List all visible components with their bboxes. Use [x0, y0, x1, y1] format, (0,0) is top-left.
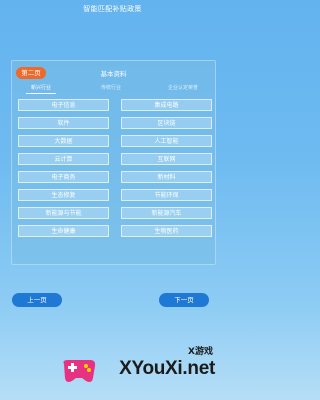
- industry-option[interactable]: 生命健康: [18, 225, 109, 237]
- industry-option[interactable]: 集成电路: [121, 99, 212, 111]
- page-title: 智能匹配补贴政策: [83, 5, 142, 13]
- industry-option[interactable]: 生物医药: [121, 225, 212, 237]
- basic-info-panel: 第二页 基本资料 新兴行业 传统行业 企业认定荣誉 电子信息 集成电路 软件 区块链大…: [11, 60, 216, 265]
- industry-option[interactable]: 软件: [18, 117, 109, 129]
- industry-option[interactable]: 互联网: [121, 153, 212, 165]
- panel-title: 基本资料: [100, 70, 127, 78]
- tab-enterprise-honors[interactable]: 企业认定荣誉: [162, 83, 204, 93]
- watermark-logo: X游戏 XYouXi.net: [58, 338, 223, 398]
- industry-option[interactable]: 电子商务: [18, 171, 109, 183]
- industry-option[interactable]: 云计算: [18, 153, 109, 165]
- watermark-main-text: XYouXi.net: [119, 358, 215, 379]
- industry-option[interactable]: 区块链: [121, 117, 212, 129]
- next-page-button[interactable]: 下一页: [159, 293, 209, 307]
- industry-option[interactable]: 人工智能: [121, 135, 212, 147]
- industry-option[interactable]: 新材料: [121, 171, 212, 183]
- industry-option[interactable]: 大数据: [18, 135, 109, 147]
- prev-page-button[interactable]: 上一页: [12, 293, 62, 307]
- tab-bar: 新兴行业 传统行业 企业认定荣誉: [12, 83, 215, 95]
- tab-traditional-industry[interactable]: 传统行业: [96, 83, 126, 93]
- gamepad-icon: [63, 360, 96, 382]
- industry-option[interactable]: 电子信息: [18, 99, 109, 111]
- industry-option[interactable]: 生态修复: [18, 189, 109, 201]
- tab-emerging-industry[interactable]: 新兴行业: [26, 83, 56, 94]
- industry-option-grid: 电子信息 集成电路 软件 区块链 大数据 人工智能 云计算 互联网 电子商务 新材料 生态修复 节能环…: [18, 99, 212, 237]
- industry-option[interactable]: 新能源汽车: [121, 207, 212, 219]
- industry-option[interactable]: 新能源与节能: [18, 207, 109, 219]
- watermark-top-text: X游戏: [188, 347, 213, 357]
- industry-option[interactable]: 节能环保: [121, 189, 212, 201]
